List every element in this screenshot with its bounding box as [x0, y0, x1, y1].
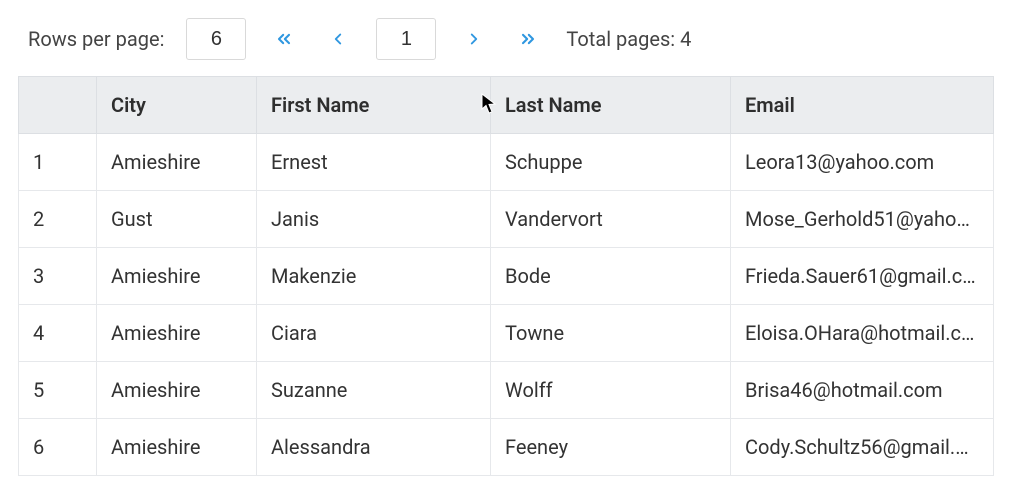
table-row: 3 Amieshire Makenzie Bode Frieda.Sauer61… [19, 248, 994, 305]
chevron-double-right-icon [518, 29, 538, 49]
pagination-bar: Rows per page: Total pages: 4 [18, 18, 994, 60]
cell-first-name: Janis [257, 191, 491, 248]
table-row: 1 Amieshire Ernest Schuppe Leora13@yahoo… [19, 134, 994, 191]
cell-last-name: Schuppe [491, 134, 731, 191]
table-row: 4 Amieshire Ciara Towne Eloisa.OHara@hot… [19, 305, 994, 362]
cell-email: Mose_Gerhold51@yahoo.com [731, 191, 994, 248]
current-page-input[interactable] [376, 18, 436, 60]
cell-email: Brisa46@hotmail.com [731, 362, 994, 419]
column-header-email[interactable]: Email [731, 77, 994, 134]
table-row: 6 Amieshire Alessandra Feeney Cody.Schul… [19, 419, 994, 476]
column-header-index[interactable] [19, 77, 97, 134]
cell-first-name: Ciara [257, 305, 491, 362]
rows-per-page-label: Rows per page: [28, 27, 164, 51]
column-header-city[interactable]: City [97, 77, 257, 134]
cell-index: 1 [19, 134, 97, 191]
cell-last-name: Bode [491, 248, 731, 305]
cell-email: Eloisa.OHara@hotmail.com [731, 305, 994, 362]
table-header-row: City First Name Last Name Email [19, 77, 994, 134]
cell-city: Amieshire [97, 248, 257, 305]
cell-city: Amieshire [97, 362, 257, 419]
cell-index: 6 [19, 419, 97, 476]
cell-last-name: Towne [491, 305, 731, 362]
cell-last-name: Feeney [491, 419, 731, 476]
cell-first-name: Makenzie [257, 248, 491, 305]
next-page-button[interactable] [458, 23, 490, 55]
table-row: 2 Gust Janis Vandervort Mose_Gerhold51@y… [19, 191, 994, 248]
prev-page-button[interactable] [322, 23, 354, 55]
cell-last-name: Wolff [491, 362, 731, 419]
last-page-button[interactable] [512, 23, 544, 55]
column-header-first-name[interactable]: First Name [257, 77, 491, 134]
cell-city: Amieshire [97, 134, 257, 191]
cell-index: 4 [19, 305, 97, 362]
cell-email: Leora13@yahoo.com [731, 134, 994, 191]
first-page-button[interactable] [268, 23, 300, 55]
cell-index: 2 [19, 191, 97, 248]
total-pages-label: Total pages: 4 [566, 27, 691, 51]
cell-index: 3 [19, 248, 97, 305]
chevron-right-icon [465, 30, 483, 48]
rows-per-page-input[interactable] [186, 18, 246, 60]
column-header-last-name[interactable]: Last Name [491, 77, 731, 134]
cell-city: Gust [97, 191, 257, 248]
data-table: City First Name Last Name Email 1 Amiesh… [18, 76, 994, 476]
table-row: 5 Amieshire Suzanne Wolff Brisa46@hotmai… [19, 362, 994, 419]
cell-email: Frieda.Sauer61@gmail.com [731, 248, 994, 305]
cell-city: Amieshire [97, 419, 257, 476]
cell-first-name: Alessandra [257, 419, 491, 476]
cell-last-name: Vandervort [491, 191, 731, 248]
chevron-left-icon [329, 30, 347, 48]
cell-index: 5 [19, 362, 97, 419]
cell-city: Amieshire [97, 305, 257, 362]
cell-email: Cody.Schultz56@gmail.com [731, 419, 994, 476]
chevron-double-left-icon [274, 29, 294, 49]
cell-first-name: Suzanne [257, 362, 491, 419]
cell-first-name: Ernest [257, 134, 491, 191]
